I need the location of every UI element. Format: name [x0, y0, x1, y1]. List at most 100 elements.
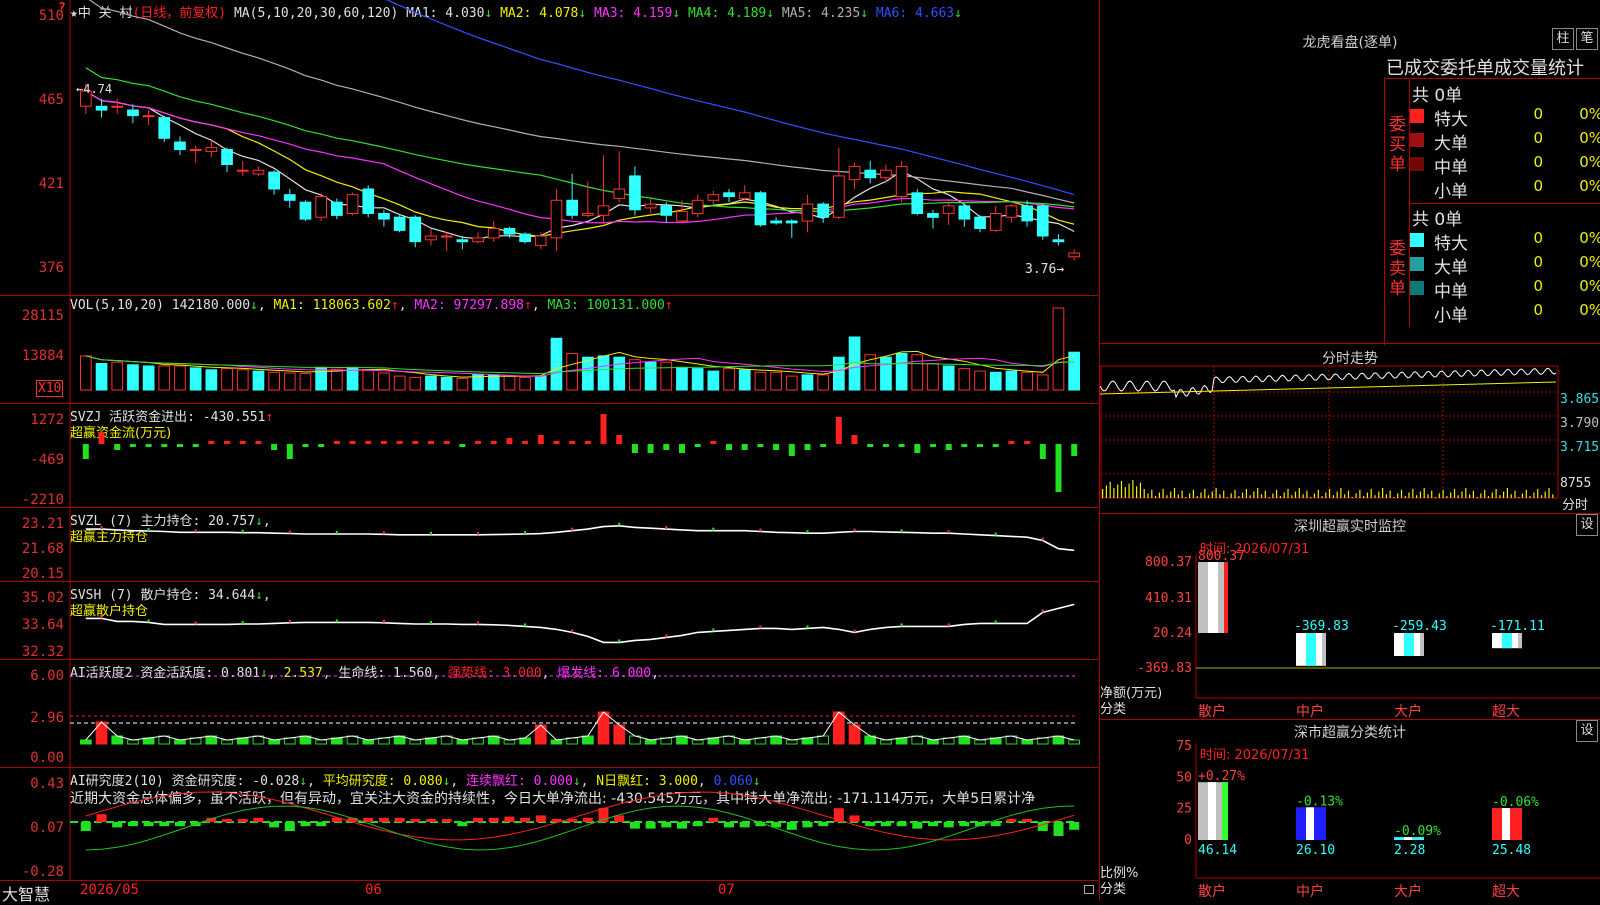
buy-name: 大单: [1434, 134, 1468, 154]
tick-mark: [382, 619, 385, 623]
activity-bar: [456, 739, 469, 745]
volume-panel[interactable]: 28115 13884 X10 VOL(5,10,20) 142180.000↓…: [0, 296, 1098, 404]
intraday-vol-bar: [1431, 490, 1433, 498]
activity-bar: [817, 735, 829, 745]
svzj-panel[interactable]: 1272 -469 -2210 SVZJ 活跃资金进出: -430.551↑ 超…: [0, 404, 1098, 508]
fund-flow-bar: [537, 435, 544, 444]
fund-flow-bar: [710, 441, 717, 444]
sell-swatch: [1410, 233, 1424, 247]
activity-bar: [174, 739, 186, 745]
svzl-chart[interactable]: [0, 508, 1098, 582]
intraday-vol-bar: [1105, 485, 1107, 498]
classstat-xlabel: 分类: [1100, 882, 1127, 897]
intraday-vol-bar: [1120, 480, 1123, 498]
monitor-category: 中户: [1296, 703, 1324, 720]
research-bar: [1069, 822, 1080, 830]
bar-view-button[interactable]: 柱: [1552, 28, 1574, 50]
svzj-chart[interactable]: [0, 404, 1098, 508]
volume-bar: [378, 372, 390, 391]
research-bar: [1022, 819, 1033, 822]
ai-activity-chart[interactable]: [0, 660, 1098, 768]
intraday-vol-bar: [1325, 492, 1327, 498]
candle-body: [142, 115, 155, 118]
monitor-panel: 深圳超赢实时监控 设 时间: 2026/07/31 800.37 410.31 20…: [1099, 514, 1600, 720]
intraday-vol-bar: [1158, 492, 1160, 498]
tick-view-button[interactable]: 笔: [1576, 28, 1598, 50]
svsh-panel[interactable]: 35.02 33.64 32.32 SVSH (7) 散户持仓: 34.644↓…: [0, 582, 1098, 660]
fund-flow-bar: [145, 444, 152, 447]
kline-chart[interactable]: [0, 0, 1098, 296]
classstat-value: 26.10: [1296, 843, 1335, 858]
intraday-vol-bar: [1207, 495, 1210, 498]
ai-research-chart[interactable]: [0, 768, 1098, 880]
lock-icon[interactable]: [1084, 885, 1094, 894]
dragon-subtitle: 已成交委托单成交量统计: [1386, 58, 1584, 79]
intraday-vol-bar: [1351, 497, 1353, 498]
intraday-vol-bar: [1260, 494, 1263, 498]
fund-flow-bar: [694, 444, 701, 447]
intraday-vol-bar: [1529, 496, 1531, 498]
intraday-vol-bar: [1363, 496, 1365, 498]
volume-bar: [927, 363, 939, 391]
sell-swatch: [1410, 281, 1424, 295]
intraday-panel[interactable]: 分时走势 3.865 3.790 3.715 8755 分时: [1099, 344, 1600, 514]
intraday-y-tick: 3.865: [1560, 392, 1600, 407]
candle-body: [942, 205, 955, 214]
intraday-vol-bar: [1143, 489, 1145, 498]
sell-count: 0: [1533, 253, 1543, 271]
fund-flow-bar: [757, 444, 764, 447]
kline-panel[interactable]: 510 465 421 376 ? ★中 关 村(日线，前复权) MA(5,10…: [0, 0, 1098, 296]
intraday-chart[interactable]: [1100, 344, 1600, 514]
activity-bar: [362, 739, 375, 745]
classstat-y-tick: 75: [1176, 739, 1192, 754]
volume-chart[interactable]: [0, 296, 1098, 404]
ai-research-panel[interactable]: 0.43 0.07 -0.28 AI研究度2(10) 资金研究度: -0.028…: [0, 768, 1098, 880]
buy-side-label: 委买单: [1389, 115, 1406, 175]
candle-body: [236, 169, 249, 172]
candle-body: [519, 233, 531, 243]
ai-activity-panel[interactable]: 6.00 2.96 0.00 AI活跃度2 资金活跃度: 0.801↓, 2.5…: [0, 660, 1098, 768]
intraday-vol-bar: [1196, 496, 1198, 498]
intraday-vol-bar: [1382, 488, 1384, 498]
volume-bar: [1036, 374, 1049, 391]
volume-bar: [205, 369, 218, 391]
volume-bar: [676, 366, 688, 391]
research-bar: [802, 822, 813, 828]
volume-bar: [456, 378, 469, 391]
intraday-vol-bar: [1298, 488, 1300, 498]
research-bar: [928, 822, 938, 827]
sell-count: 0: [1533, 277, 1543, 295]
intraday-vol-bar: [1446, 496, 1448, 498]
volume-bar: [723, 368, 735, 391]
intraday-vol-bar: [1521, 493, 1524, 498]
intraday-vol-bar: [1518, 497, 1520, 498]
volume-bar: [707, 370, 720, 391]
research-red-line: [85, 791, 1075, 841]
x-axis-bar: 大智慧 2026/05 06 07: [0, 880, 1098, 904]
intraday-vol-bar: [1378, 491, 1380, 498]
volume-bar: [440, 376, 453, 391]
monitor-category: 散户: [1198, 703, 1226, 720]
fund-flow-bar: [631, 444, 638, 453]
candle-body: [785, 220, 798, 224]
tick-mark: [571, 527, 574, 531]
intraday-vol-bar: [1506, 488, 1508, 498]
intraday-vol-bar: [1514, 490, 1516, 498]
intraday-vol-bar: [1453, 488, 1456, 498]
intraday-vol-label: 分时: [1562, 498, 1589, 513]
research-bar: [269, 822, 280, 828]
svzl-panel[interactable]: 23.21 21.68 20.15 SVZL (7) 主力持仓: 20.757↓…: [0, 508, 1098, 582]
fund-flow-bar: [553, 441, 560, 444]
fund-flow-bar: [898, 444, 905, 447]
svsh-chart[interactable]: [0, 582, 1098, 660]
classstat-bar-edge: [1222, 782, 1228, 840]
tick-mark: [712, 527, 715, 531]
fund-flow-bar: [945, 444, 952, 450]
sell-swatch: [1410, 257, 1424, 271]
vol-ma3: [85, 355, 1075, 375]
intraday-vol-bar: [1374, 495, 1376, 498]
intraday-vol-bar: [1253, 491, 1255, 498]
activity-bar: [80, 739, 92, 745]
sell-name: 大单: [1434, 258, 1468, 278]
intraday-vol-bar: [1393, 497, 1395, 498]
